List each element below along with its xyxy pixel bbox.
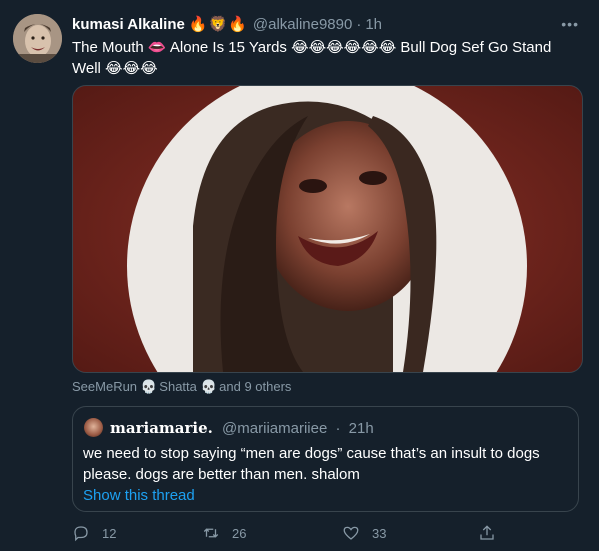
share-icon — [480, 525, 494, 540]
tweet-timestamp[interactable]: 1h — [365, 16, 382, 33]
liked-by-row[interactable]: SeeMeRun 💀 Shatta 💀 and 9 others — [72, 379, 291, 395]
like-count: 33 — [372, 525, 387, 541]
tweet-header: kumasi Alkaline 🔥🦁🔥 @alkaline9890 · 1h — [72, 14, 382, 34]
skull-icon: 💀 — [140, 379, 157, 394]
reply-count: 12 — [102, 525, 117, 541]
reply-icon — [74, 526, 88, 542]
author-avatar[interactable] — [13, 14, 62, 63]
like-button[interactable]: 33 — [342, 524, 386, 542]
author-handle[interactable]: @alkaline9890 — [253, 16, 352, 33]
retweet-icon — [203, 528, 219, 538]
quoted-timestamp: 21h — [348, 420, 374, 437]
show-thread-link[interactable]: Show this thread — [83, 487, 195, 504]
quoted-tweet-text: we need to stop saying “men are dogs” ca… — [83, 445, 540, 483]
quoted-author-handle: @mariiamariiee — [222, 420, 328, 437]
tweet-actions: 12 26 33 — [72, 524, 582, 546]
photo-image — [73, 86, 582, 372]
quoted-separator: · — [335, 420, 341, 437]
quoted-tweet[interactable]: mariamarie. @mariiamariiee · 21h we need… — [72, 406, 579, 512]
retweet-count: 26 — [232, 525, 247, 541]
share-button[interactable] — [478, 524, 508, 542]
reply-button[interactable]: 12 — [72, 524, 116, 542]
header-separator: · — [356, 15, 362, 33]
liked-by-others[interactable]: and 9 others — [219, 379, 291, 394]
quoted-author-name: mariamarie. — [110, 419, 213, 437]
tweet-text: The Mouth 👄 Alone Is 15 Yards 😂😂😂😂😂😂 Bul… — [72, 39, 552, 77]
quoted-tweet-header: mariamarie. @mariiamariiee · 21h — [110, 419, 374, 437]
like-icon — [343, 526, 359, 540]
avatar-image — [13, 14, 62, 63]
quoted-author-avatar — [84, 418, 103, 437]
more-options-icon[interactable]: ••• — [561, 16, 579, 32]
tweet-media-photo[interactable] — [72, 85, 583, 373]
tweet-card[interactable]: kumasi Alkaline 🔥🦁🔥 @alkaline9890 · 1h •… — [0, 0, 599, 551]
liked-by-user-2[interactable]: Shatta — [159, 379, 197, 394]
liked-by-user-1[interactable]: SeeMeRun — [72, 379, 137, 394]
author-name-emoji: 🔥🦁🔥 — [188, 16, 248, 33]
author-name[interactable]: kumasi Alkaline — [72, 16, 185, 33]
skull-icon: 💀 — [200, 379, 217, 394]
retweet-button[interactable]: 26 — [202, 524, 246, 542]
